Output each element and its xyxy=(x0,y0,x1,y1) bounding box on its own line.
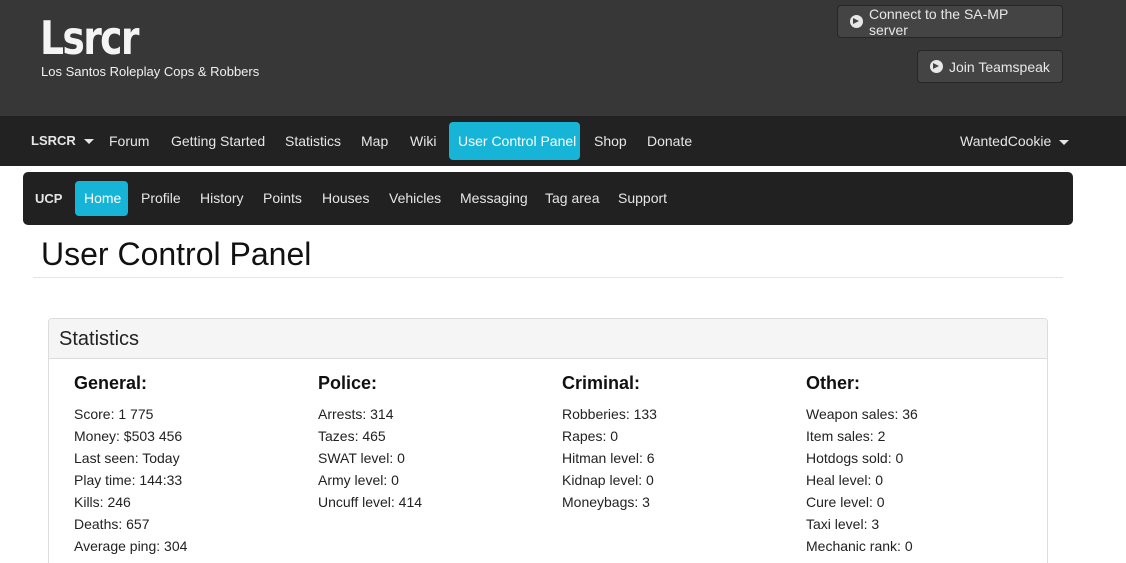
stat-row: Heal level: 0 xyxy=(806,472,884,488)
join-teamspeak-button[interactable]: Join Teamspeak xyxy=(917,50,1063,83)
ucp-tab-home[interactable]: Home xyxy=(75,181,128,216)
stat-row: Mechanic rank: 0 xyxy=(806,538,913,554)
stat-row: Play time: 144:33 xyxy=(74,472,183,488)
stats-criminal-heading: Criminal: xyxy=(562,373,641,393)
nav-brand-label: LSRCR xyxy=(31,133,76,148)
ucp-tab-profile[interactable]: Profile xyxy=(141,172,181,225)
stat-row: Deaths: 657 xyxy=(74,516,150,532)
stat-row: Weapon sales: 36 xyxy=(806,406,918,422)
statistics-panel-title: Statistics xyxy=(49,319,1047,359)
stat-row: Kills: 246 xyxy=(74,494,131,510)
stat-row: Hitman level: 6 xyxy=(562,450,655,466)
stat-row: Hotdogs sold: 0 xyxy=(806,450,904,466)
stat-row: Moneybags: 3 xyxy=(562,494,650,510)
stat-row: Score: 1 775 xyxy=(74,406,154,422)
ucp-tab-points[interactable]: Points xyxy=(263,172,302,225)
user-menu-dropdown[interactable]: WantedCookie xyxy=(960,116,1070,166)
site-tagline: Los Santos Roleplay Cops & Robbers xyxy=(41,64,260,79)
connect-samp-button[interactable]: Connect to the SA-MP server xyxy=(837,5,1063,38)
nav-item-user-control-panel[interactable]: User Control Panel xyxy=(449,122,580,160)
nav-item-donate[interactable]: Donate xyxy=(647,116,692,166)
stat-row: Army level: 0 xyxy=(318,472,399,488)
ucp-tab-houses[interactable]: Houses xyxy=(322,172,369,225)
ucp-tab-support[interactable]: Support xyxy=(618,172,667,225)
ucp-tab-messaging[interactable]: Messaging xyxy=(460,172,528,225)
nav-item-shop[interactable]: Shop xyxy=(594,116,627,166)
nav-item-map[interactable]: Map xyxy=(361,116,388,166)
ucp-tab-tag-area[interactable]: Tag area xyxy=(545,172,599,225)
nav-brand-dropdown[interactable]: LSRCR xyxy=(31,116,94,166)
stat-row: Money: $503 456 xyxy=(74,428,183,444)
stat-row: Taxi level: 3 xyxy=(806,516,880,532)
connect-samp-label: Connect to the SA-MP server xyxy=(869,5,1009,38)
circle-arrow-right-icon xyxy=(930,60,943,73)
nav-item-wiki[interactable]: Wiki xyxy=(410,116,436,166)
statistics-panel: Statistics General: Score: 1 775 Money: … xyxy=(48,318,1048,563)
ucp-brand[interactable]: UCP xyxy=(35,172,62,225)
main-navbar: LSRCR Forum Getting Started Statistics M… xyxy=(0,116,1126,166)
stat-row: Item sales: 2 xyxy=(806,428,886,444)
stat-row: Uncuff level: 414 xyxy=(318,494,423,510)
stats-other: Other: Weapon sales: 36 Item sales: 2 Ho… xyxy=(806,373,1036,557)
stats-general: General: Score: 1 775 Money: $503 456 La… xyxy=(74,373,304,557)
site-logo[interactable]: Lsrcr xyxy=(40,12,140,64)
stat-row: Robberies: 133 xyxy=(562,406,657,422)
nav-item-getting-started[interactable]: Getting Started xyxy=(171,116,265,166)
ucp-subnav: UCP Home Profile History Points Houses V… xyxy=(23,172,1073,225)
user-name: WantedCookie xyxy=(960,133,1052,149)
stats-general-heading: General: xyxy=(74,373,148,393)
title-divider xyxy=(33,277,1063,278)
stat-row: Average ping: 304 xyxy=(74,538,188,554)
join-teamspeak-label: Join Teamspeak xyxy=(949,58,1050,75)
stat-row: Rapes: 0 xyxy=(562,428,619,444)
stat-row: Tazes: 465 xyxy=(318,428,386,444)
nav-item-forum[interactable]: Forum xyxy=(109,116,149,166)
page-title: User Control Panel xyxy=(41,236,312,272)
stat-row: Kidnap level: 0 xyxy=(562,472,654,488)
stat-row: Arrests: 314 xyxy=(318,406,394,422)
site-header: Lsrcr Los Santos Roleplay Cops & Robbers… xyxy=(0,0,1126,116)
stats-police: Police: Arrests: 314 Tazes: 465 SWAT lev… xyxy=(318,373,548,513)
nav-item-statistics[interactable]: Statistics xyxy=(285,116,341,166)
caret-down-icon xyxy=(1059,139,1070,145)
stat-row: Cure level: 0 xyxy=(806,494,885,510)
stats-other-heading: Other: xyxy=(806,373,860,393)
ucp-tab-vehicles[interactable]: Vehicles xyxy=(389,172,441,225)
ucp-tab-history[interactable]: History xyxy=(200,172,244,225)
stat-row: Last seen: Today xyxy=(74,450,180,466)
stats-police-heading: Police: xyxy=(318,373,378,393)
caret-down-icon xyxy=(83,139,94,145)
stat-row: SWAT level: 0 xyxy=(318,450,405,466)
stats-criminal: Criminal: Robberies: 133 Rapes: 0 Hitman… xyxy=(562,373,792,513)
circle-arrow-right-icon xyxy=(850,15,863,28)
